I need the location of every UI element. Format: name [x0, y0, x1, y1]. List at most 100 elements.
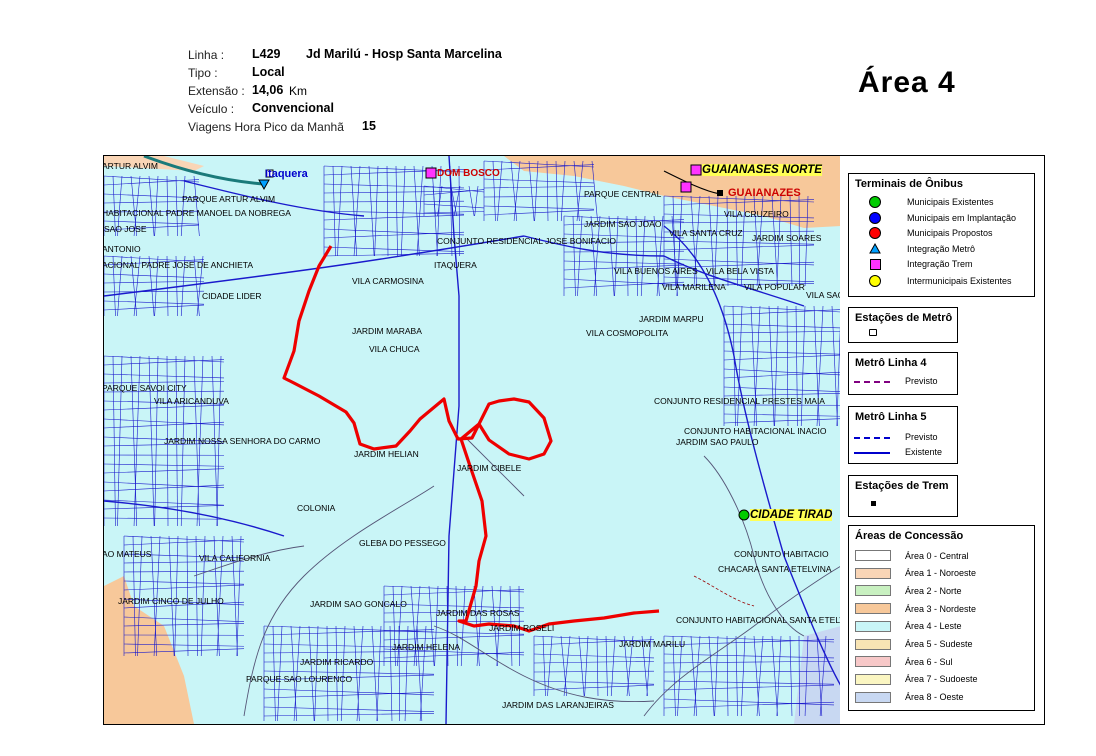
area-color-swatch [855, 603, 891, 615]
neighborhood-label: VILA COSMOPOLITA [586, 328, 669, 338]
legend-metro5-title: Metrô Linha 5 [855, 411, 927, 423]
legend-estacoes-trem: Estações de Trem [848, 475, 958, 517]
train-station-icon [717, 190, 723, 196]
viagens-value: 15 [362, 119, 376, 133]
neighborhood-label: JARDIM SAO JOAO [584, 219, 662, 229]
terminal-circle-icon [869, 227, 881, 240]
legend-terminal-row: Municipais Existentes [855, 196, 994, 208]
neighborhood-label: JARDIM HELENA [392, 642, 461, 652]
legend-terminal-row: Integração Metrô [855, 243, 975, 254]
linha-label: Linha : [188, 48, 225, 62]
metro5-previsto-line [854, 437, 890, 439]
neighborhood-label: VILA MARILENA [662, 282, 726, 292]
station-label-cidade-tiradentes: CIDADE TIRAD [750, 509, 833, 521]
neighborhood-label: JARDIM ROSELI [489, 623, 555, 633]
legend-area-row: Área 8 - Oeste [855, 691, 964, 703]
tipo-label: Tipo : [188, 66, 218, 80]
neighborhood-label: ITAQUERA [434, 260, 477, 270]
legend-estacoes-trem-title: Estações de Trem [855, 480, 949, 492]
terminal-circle-icon [869, 196, 881, 208]
neighborhood-label: JARDIM DAS ROSAS [436, 608, 520, 618]
veiculo-value: Convencional [252, 101, 334, 115]
legend-terminais-title: Terminais de Ônibus [855, 178, 963, 190]
legend-area-label: Área 7 - Sudoeste [905, 674, 978, 685]
station-label-itaquera: Itaquera [265, 168, 308, 180]
neighborhood-label: JARDIM HELIAN [354, 449, 419, 459]
neighborhood-label: JARDIM CIBELE [457, 463, 522, 473]
station-label-guaianases-norte: GUAIANASES NORTE [702, 164, 822, 176]
neighborhood-label: VILA POPULAR [744, 282, 805, 292]
legend-metro-linha5: Metrô Linha 5 Previsto Existente [848, 406, 958, 464]
area-color-swatch [855, 620, 891, 632]
neighborhood-label: ACIONAL PADRE JOSE DE ANCHIETA [103, 260, 253, 270]
neighborhood-label: JARDIM SAO GONCALO [310, 599, 407, 609]
metro4-previsto-line [854, 381, 890, 383]
legend-area-label: Área 6 - Sul [905, 656, 953, 667]
neighborhood-label: VILA CARMOSINA [352, 276, 424, 286]
legend-metro-linha4: Metrô Linha 4 Previsto [848, 352, 958, 395]
area-color-swatch [855, 691, 891, 703]
neighborhood-label: PARQUE SAVOI CITY [103, 383, 187, 393]
legend-terminal-label: Municipais Existentes [907, 197, 994, 207]
map-panel[interactable]: Itaquera DOM BOSCO GUAIANASES NORTE GUAI… [103, 155, 842, 725]
neighborhood-label: CONJUNTO HABITACIONAL SANTA ETELVINA [676, 615, 842, 625]
area-color-swatch [855, 550, 891, 561]
neighborhood-label: JARDIM SOARES [752, 233, 822, 243]
neighborhood-label: PARQUE ARTUR ALVIM [182, 194, 276, 204]
metro-integration-icon [869, 243, 881, 254]
neighborhood-label: ANTONIO [103, 244, 141, 254]
tipo-value: Local [252, 65, 285, 79]
neighborhood-label: ARTUR ALVIM [103, 161, 158, 171]
neighborhood-label: CONJUNTO HABITACIO [734, 549, 829, 559]
area-color-swatch [855, 673, 891, 685]
legend-area-label: Área 4 - Leste [905, 621, 962, 632]
metro-station-icon [869, 329, 877, 336]
legend-area-label: Área 8 - Oeste [905, 692, 964, 703]
legend-metro4-title: Metrô Linha 4 [855, 357, 927, 369]
guaianases-norte-train-icon [690, 164, 702, 176]
legend-terminal-label: Municipais em Implantação [907, 212, 1017, 223]
legend-area-row: Área 2 - Norte [855, 585, 962, 597]
station-label-dom-bosco: DOM BOSCO [437, 168, 500, 179]
neighborhood-label: HABITACIONAL PADRE MANOEL DA NOBREGA [103, 208, 291, 218]
legend-area-row: Área 1 - Noroeste [855, 567, 976, 579]
dom-bosco-train-icon [425, 167, 437, 179]
neighborhood-label: VILA ARICANDUVA [154, 396, 229, 406]
legend-terminal-row: Municipais em Implantação [855, 211, 1017, 224]
neighborhood-label: JARDIM MARILU [619, 639, 686, 649]
guaianazes-train-icon [680, 181, 692, 193]
legend-area-row: Área 0 - Central [855, 550, 969, 561]
neighborhood-label: AO MATEUS [103, 549, 152, 559]
metro5-existente-line [854, 452, 890, 454]
neighborhood-label: CONJUNTO HABITACIONAL INACIO [684, 426, 827, 436]
legend-areas: Áreas de Concessão Área 0 - Central Área … [848, 525, 1035, 711]
metro5-existente-label: Existente [905, 447, 943, 457]
extensao-unit: Km [289, 84, 307, 98]
legend-area-label: Área 3 - Nordeste [905, 603, 977, 614]
train-integration-icon [869, 258, 881, 270]
legend-area-row: Área 7 - Sudoeste [855, 673, 978, 685]
legend-terminal-row: Intermunicipais Existentes [855, 274, 1012, 287]
legend-terminal-label: Municipais Propostos [907, 228, 993, 239]
terminal-circle-icon [869, 274, 881, 287]
neighborhood-label: JARDIM NOSSA SENHORA DO CARMO [164, 436, 321, 446]
veiculo-label: Veículo : [188, 102, 235, 116]
neighborhood-label: VILA CALIFORNIA [199, 553, 271, 563]
neighborhood-label: JARDIM SAO PAULO [676, 437, 759, 447]
neighborhood-label: VILA SANTA CRUZ [669, 228, 743, 238]
viagens-label: Viagens Hora Pico da Manhã [188, 120, 344, 134]
metro4-previsto-label: Previsto [905, 376, 938, 386]
neighborhood-label: JARDIM RICARDO [300, 657, 374, 667]
neighborhood-label: SAO JOSE [104, 224, 147, 234]
legend-estacoes-metro: Estações de Metrô [848, 307, 958, 343]
neighborhood-label: VILA BELA VISTA [706, 266, 774, 276]
area-color-swatch [855, 638, 891, 650]
terminal-circle-icon [869, 211, 881, 224]
station-label-guaianazes: GUAIANAZES [728, 187, 801, 199]
neighborhood-label: COLONIA [297, 503, 336, 513]
cidade-tiradentes-terminal-icon [738, 509, 750, 521]
neighborhood-label: VILA CRUZEIRO [724, 209, 789, 219]
legend-estacoes-metro-title: Estações de Metrô [855, 312, 953, 324]
area-title: Área 4 [858, 66, 956, 99]
area-color-swatch [855, 567, 891, 579]
